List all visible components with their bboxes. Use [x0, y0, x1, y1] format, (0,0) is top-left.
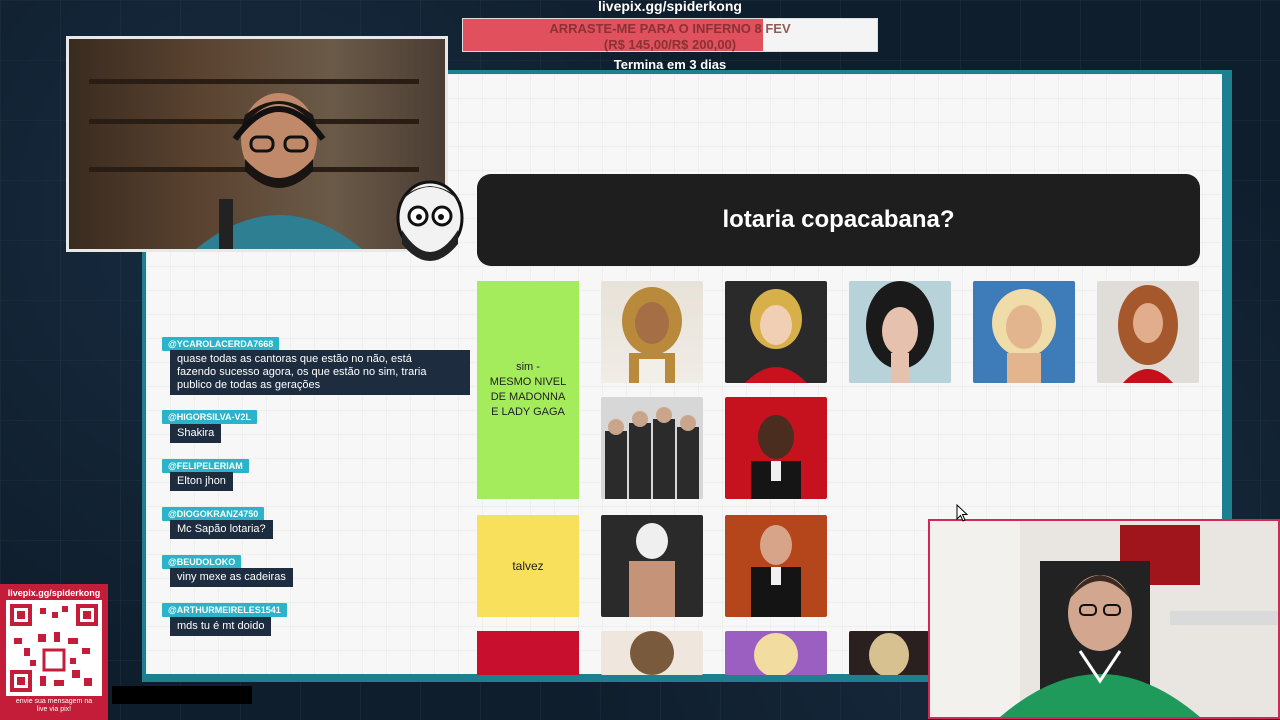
goal-amount: (R$ 145,00/R$ 200,00)	[603, 37, 737, 52]
guest-webcam	[928, 519, 1280, 719]
chat-message-line: Mc Sapão lotaria?	[177, 523, 266, 535]
chat-message: Mc Sapão lotaria?	[170, 520, 273, 539]
artist-tile[interactable]	[725, 397, 827, 499]
chat-message: Elton jhon	[170, 472, 233, 491]
guest-figure	[930, 521, 1278, 717]
artist-tile[interactable]	[601, 515, 703, 617]
chat-message-line: mds tu é mt doido	[177, 620, 265, 632]
chat-message-line: Elton jhon	[177, 475, 226, 487]
qr-url-label: livepix.gg/spiderkong	[7, 588, 101, 598]
qr-caption-line: live via pix!	[36, 706, 72, 713]
tier-label-nao[interactable]	[477, 631, 579, 675]
chat-message: mds tu é mt doido	[170, 617, 272, 636]
tier-label-line: MESMO NIVEL	[489, 376, 567, 388]
artist-tile[interactable]	[601, 397, 703, 499]
mascot-avatar-icon	[396, 180, 464, 261]
artist-tile[interactable]	[725, 515, 827, 617]
board-title: lotaria copacabana?	[477, 174, 1200, 266]
tier-label-line: sim -	[516, 361, 540, 373]
qr-code[interactable]	[6, 600, 102, 696]
qr-code-icon	[10, 604, 98, 692]
donation-url: livepix.gg/spiderkong	[598, 0, 742, 14]
artist-tile[interactable]	[725, 281, 827, 383]
mouse-cursor-icon	[956, 504, 968, 522]
chat-message: quase todas as cantoras que estão no não…	[170, 350, 470, 395]
tier-label-line: DE MADONNA	[490, 391, 566, 403]
streamer-webcam	[66, 36, 448, 252]
artist-tile[interactable]	[601, 281, 703, 383]
qr-caption-line: envie sua mensagem na	[15, 698, 93, 705]
goal-progress-bar: ARRASTE-ME PARA O INFERNO 8 FEV (R$ 145,…	[462, 18, 878, 52]
tier-label-talvez[interactable]: talvez	[477, 515, 579, 617]
artist-tile[interactable]	[973, 281, 1075, 383]
tier-label-line: E LADY GAGA	[491, 406, 565, 418]
artist-tile[interactable]	[849, 631, 929, 675]
redaction-bar	[112, 686, 252, 704]
chat-username: @YCAROLACERDA7668	[162, 337, 280, 351]
artist-tile[interactable]	[849, 281, 951, 383]
chat-username: @FELIPELERIAM	[162, 459, 249, 473]
tier-label-line: talvez	[512, 558, 544, 573]
goal-label: ARRASTE-ME PARA O INFERNO 8 FEV (R$ 145,…	[463, 21, 877, 53]
chat-message: Shakira	[170, 424, 222, 443]
chat-username: @HIGORSILVA-V2L	[162, 410, 257, 424]
chat-message-line: quase todas as cantoras que estão no não…	[177, 353, 412, 365]
chat-message-line: viny mexe as cadeiras	[177, 571, 286, 583]
goal-title: ARRASTE-ME PARA O INFERNO 8 FEV	[549, 21, 791, 36]
artist-tile[interactable]	[601, 631, 703, 675]
artist-tile[interactable]	[1097, 281, 1199, 383]
chat-message-line: Shakira	[177, 427, 215, 439]
chat-message: viny mexe as cadeiras	[170, 568, 293, 587]
chat-username: @ARTHURMEIRELES1541	[162, 603, 287, 617]
qr-caption: envie sua mensagem na live via pix!	[0, 698, 108, 714]
chat-username: @DIOGOKRANZ4750	[162, 507, 265, 521]
streamer-figure	[196, 93, 362, 249]
tier-label-sim[interactable]: sim - MESMO NIVEL DE MADONNA E LADY GAGA	[477, 281, 579, 499]
chat-message-line: publico de todas as gerações	[177, 379, 321, 391]
artist-tile[interactable]	[725, 631, 827, 675]
chat-username: @BEUDOLOKO	[162, 555, 242, 569]
chat-message-line: fazendo sucesso agora, os que estão no s…	[177, 366, 427, 378]
